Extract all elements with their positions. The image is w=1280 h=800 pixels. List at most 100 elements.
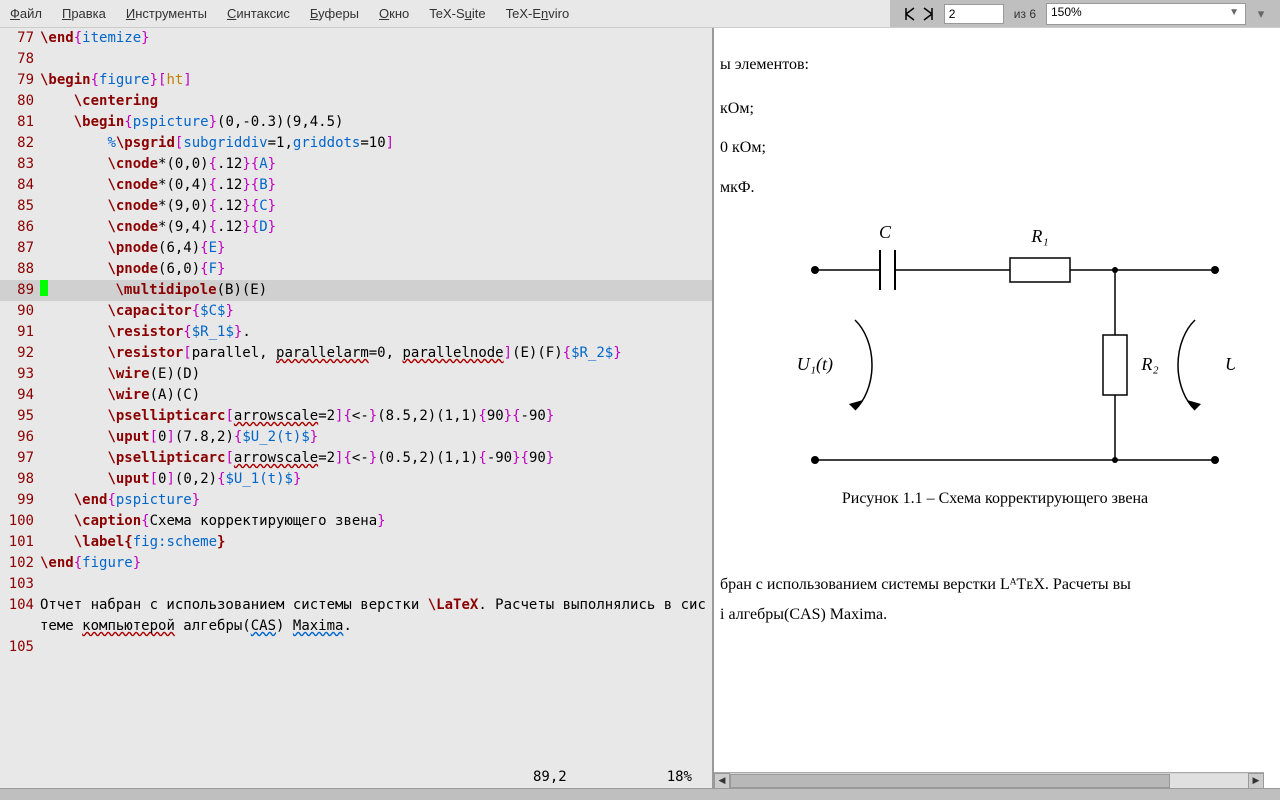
code-text: \pnode(6,4){E} xyxy=(40,238,712,259)
code-text: \begin{figure}[ht] xyxy=(40,70,712,91)
window-bottom-bar xyxy=(0,788,1280,800)
code-line[interactable]: 99 \end{pspicture} xyxy=(0,490,712,511)
preview-text: бран с использованием системы верстки Lᴬ… xyxy=(720,572,1270,598)
code-line[interactable]: 96 \uput[0](7.8,2){$U_2(t)$} xyxy=(0,427,712,448)
code-text: \begin{pspicture}(0,-0.3)(9,4.5) xyxy=(40,112,712,133)
editor-pane: 77\end{itemize}7879\begin{figure}[ht]80 … xyxy=(0,28,714,788)
editor-content[interactable]: 77\end{itemize}7879\begin{figure}[ht]80 … xyxy=(0,28,712,766)
menu-texenv[interactable]: TeX-Enviro xyxy=(496,2,580,25)
line-number: 78 xyxy=(0,49,40,70)
code-line[interactable]: 83 \cnode*(0,0){.12}{A} xyxy=(0,154,712,175)
code-line[interactable]: 82 %\psgrid[subgriddiv=1,griddots=10] xyxy=(0,133,712,154)
code-line[interactable]: 91 \resistor{$R_1$}. xyxy=(0,322,712,343)
line-number: 89 xyxy=(0,280,40,301)
line-number: 95 xyxy=(0,406,40,427)
code-line[interactable]: 86 \cnode*(9,4){.12}{D} xyxy=(0,217,712,238)
line-number: 92 xyxy=(0,343,40,364)
scrollbar-thumb[interactable] xyxy=(730,774,1170,788)
code-line[interactable]: 77\end{itemize} xyxy=(0,28,712,49)
line-number: 94 xyxy=(0,385,40,406)
preview-text: мкФ. xyxy=(720,175,1270,201)
menu-window[interactable]: Окно xyxy=(369,2,419,25)
line-number: 99 xyxy=(0,490,40,511)
code-text: \uput[0](7.8,2){$U_2(t)$} xyxy=(40,427,712,448)
code-text: \psellipticarc[arrowscale=2]{<-}(0.5,2)(… xyxy=(40,448,712,469)
line-number: 98 xyxy=(0,469,40,490)
code-text: \cnode*(9,0){.12}{C} xyxy=(40,196,712,217)
pdf-toolbar: из 6 150% ▾ xyxy=(890,0,1280,27)
preview-text: кОм; xyxy=(720,96,1270,122)
line-number: 87 xyxy=(0,238,40,259)
code-line[interactable]: 90 \capacitor{$C$} xyxy=(0,301,712,322)
code-line[interactable]: 101 \label{fig:scheme} xyxy=(0,532,712,553)
menu-texsuite[interactable]: TeX-Suite xyxy=(419,2,495,25)
code-text: %\psgrid[subgriddiv=1,griddots=10] xyxy=(40,133,712,154)
line-number: 79 xyxy=(0,70,40,91)
code-text: \label{fig:scheme} xyxy=(40,532,712,553)
code-line[interactable]: 103 xyxy=(0,574,712,595)
code-line[interactable]: 104Отчет набран с использованием системы… xyxy=(0,595,712,637)
line-number: 85 xyxy=(0,196,40,217)
next-page-icon[interactable] xyxy=(922,6,938,22)
line-number: 93 xyxy=(0,364,40,385)
text-cursor xyxy=(40,280,48,296)
code-text: \cnode*(9,4){.12}{D} xyxy=(40,217,712,238)
code-line[interactable]: 102\end{figure} xyxy=(0,553,712,574)
zoom-select[interactable]: 150% xyxy=(1046,3,1246,25)
code-line[interactable]: 105 xyxy=(0,637,712,658)
line-number: 97 xyxy=(0,448,40,469)
scroll-left-icon[interactable]: ◀ xyxy=(714,773,730,789)
line-number: 105 xyxy=(0,637,40,658)
code-line[interactable]: 84 \cnode*(0,4){.12}{B} xyxy=(0,175,712,196)
line-number: 96 xyxy=(0,427,40,448)
circuit-figure: C R₁ R₂ U₁(t) U₂(t) xyxy=(755,220,1235,480)
code-text: \uput[0](0,2){$U_1(t)$} xyxy=(40,469,712,490)
code-line[interactable]: 80 \centering xyxy=(0,91,712,112)
scroll-percent: 18% xyxy=(667,769,692,785)
line-number: 82 xyxy=(0,133,40,154)
code-text: \resistor[parallel, parallelarm=0, paral… xyxy=(40,343,712,364)
line-number: 102 xyxy=(0,553,40,574)
code-line[interactable]: 92 \resistor[parallel, parallelarm=0, pa… xyxy=(0,343,712,364)
code-line[interactable]: 94 \wire(A)(C) xyxy=(0,385,712,406)
menu-syntax[interactable]: Синтаксис xyxy=(217,2,300,25)
code-line[interactable]: 100 \caption{Схема корректирующего звена… xyxy=(0,511,712,532)
status-bar: 89,2 18% xyxy=(0,766,712,788)
scroll-right-icon[interactable]: ▶ xyxy=(1248,773,1264,789)
code-line[interactable]: 81 \begin{pspicture}(0,-0.3)(9,4.5) xyxy=(0,112,712,133)
code-text: \caption{Схема корректирующего звена} xyxy=(40,511,712,532)
toolbar-more-icon[interactable]: ▾ xyxy=(1252,3,1270,25)
menu-buffers[interactable]: Буферы xyxy=(300,2,369,25)
code-line[interactable]: 85 \cnode*(9,0){.12}{C} xyxy=(0,196,712,217)
code-line[interactable]: 97 \psellipticarc[arrowscale=2]{<-}(0.5,… xyxy=(0,448,712,469)
prev-page-icon[interactable] xyxy=(900,6,916,22)
menu-tools[interactable]: Инструменты xyxy=(116,2,217,25)
code-line[interactable]: 78 xyxy=(0,49,712,70)
code-line[interactable]: 88 \pnode(6,0){F} xyxy=(0,259,712,280)
figure-caption: Рисунок 1.1 – Схема корректирующего звен… xyxy=(720,486,1270,512)
menu-edit[interactable]: Правка xyxy=(52,2,116,25)
code-line[interactable]: 87 \pnode(6,4){E} xyxy=(0,238,712,259)
cursor-position: 89,2 xyxy=(533,769,567,785)
code-text: \end{figure} xyxy=(40,553,712,574)
line-number: 80 xyxy=(0,91,40,112)
code-line[interactable]: 98 \uput[0](0,2){$U_1(t)$} xyxy=(0,469,712,490)
code-line[interactable]: 93 \wire(E)(D) xyxy=(0,364,712,385)
code-text: \cnode*(0,0){.12}{A} xyxy=(40,154,712,175)
code-text: \wire(E)(D) xyxy=(40,364,712,385)
line-number: 88 xyxy=(0,259,40,280)
code-text: Отчет набран с использованием системы ве… xyxy=(40,595,712,637)
menu-file[interactable]: Файл xyxy=(0,2,52,25)
preview-text: 0 кОм; xyxy=(720,135,1270,161)
line-number: 90 xyxy=(0,301,40,322)
menubar: Файл Правка Инструменты Синтаксис Буферы… xyxy=(0,0,1280,28)
code-line[interactable]: 79\begin{figure}[ht] xyxy=(0,70,712,91)
preview-pane[interactable]: ы элементов: кОм; 0 кОм; мкФ. C xyxy=(714,28,1280,788)
code-line[interactable]: 89 \multidipole(B)(E) xyxy=(0,280,712,301)
code-line[interactable]: 95 \psellipticarc[arrowscale=2]{<-}(8.5,… xyxy=(0,406,712,427)
line-number: 103 xyxy=(0,574,40,595)
page-number-input[interactable] xyxy=(944,4,1004,24)
line-number: 100 xyxy=(0,511,40,532)
horizontal-scrollbar[interactable]: ◀ ▶ xyxy=(714,772,1264,788)
code-text: \end{itemize} xyxy=(40,28,712,49)
